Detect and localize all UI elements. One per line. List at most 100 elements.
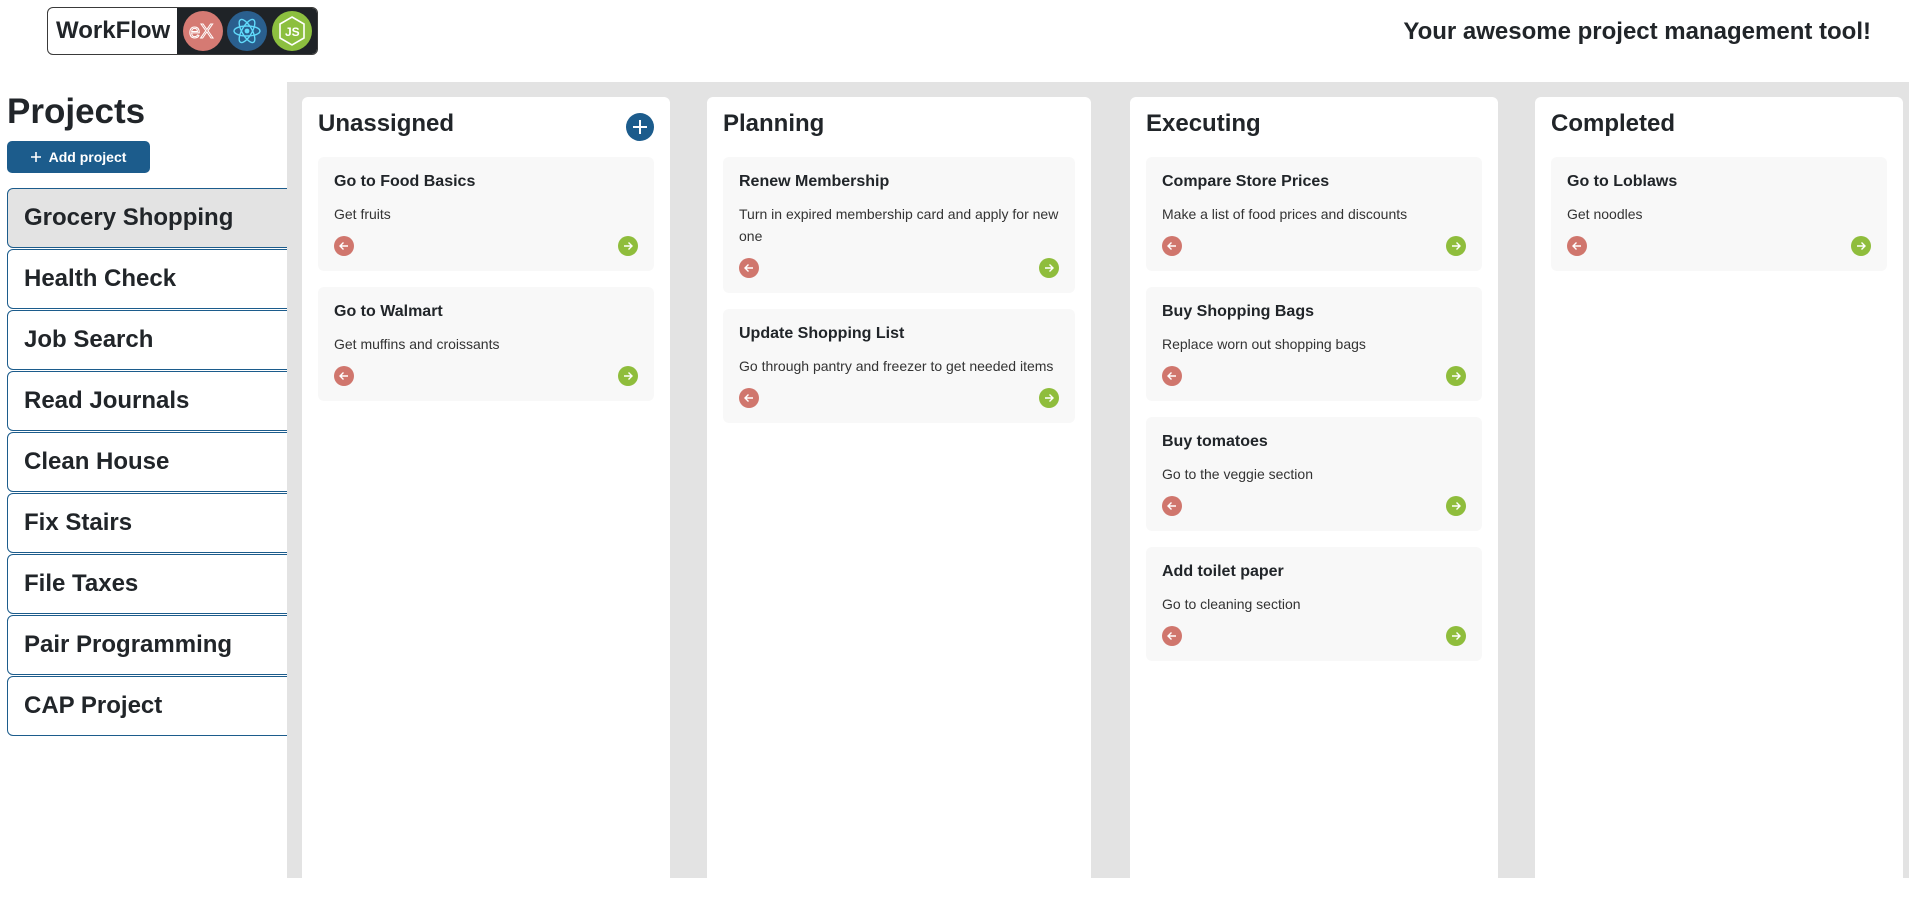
project-item-job-search[interactable]: Job Search [7, 310, 288, 370]
project-label: Health Check [24, 265, 177, 292]
arrow-right-icon [1045, 394, 1054, 402]
task-description: Go to the veggie section [1162, 466, 1313, 482]
task-actions [1567, 235, 1871, 257]
arrow-right-icon [1452, 242, 1461, 250]
add-task-button[interactable] [626, 113, 654, 141]
task-title: Add toilet paper [1162, 563, 1284, 580]
column-title: Executing [1146, 110, 1261, 137]
project-label: Clean House [24, 448, 170, 475]
sidebar-title: Projects [7, 92, 146, 131]
arrow-left-icon [1167, 372, 1176, 380]
task-description: Make a list of food prices and discounts [1162, 206, 1408, 222]
task-card[interactable]: Add toilet paper Go to cleaning section [1146, 547, 1482, 661]
task-description: Go to cleaning section [1162, 596, 1301, 612]
move-back-button[interactable] [1162, 496, 1182, 516]
move-forward-button[interactable] [1446, 496, 1466, 516]
task-card[interactable]: Go to Walmart Get muffins and croissants [318, 287, 654, 401]
project-item-pair-programming[interactable]: Pair Programming [7, 615, 288, 675]
arrow-left-icon [1572, 242, 1581, 250]
column-unassigned: Unassigned Go to Food Basics Get fruits … [302, 97, 670, 897]
move-back-button[interactable] [334, 366, 354, 386]
task-title: Buy Shopping Bags [1162, 303, 1314, 320]
project-item-file-taxes[interactable]: File Taxes [7, 554, 288, 614]
arrow-left-icon [1167, 502, 1176, 510]
move-forward-button[interactable] [618, 236, 638, 256]
svg-text:JS: JS [285, 25, 300, 39]
tech-logos: eX JS [177, 8, 317, 54]
task-description: Get fruits [334, 206, 391, 222]
project-label: File Taxes [24, 570, 139, 597]
task-card[interactable]: Buy tomatoes Go to the veggie section [1146, 417, 1482, 531]
project-label: CAP Project [24, 692, 163, 719]
task-actions [334, 235, 638, 257]
task-actions [1162, 495, 1466, 517]
brand[interactable]: WorkFlow eX JS [47, 7, 318, 55]
move-forward-button[interactable] [1446, 626, 1466, 646]
card-list: Go to Loblaws Get noodles [1551, 157, 1887, 287]
column-planning: Planning Renew Membership Turn in expire… [707, 97, 1091, 897]
move-back-button[interactable] [739, 388, 759, 408]
move-back-button[interactable] [739, 258, 759, 278]
task-description: Go through pantry and freezer to get nee… [739, 358, 1054, 374]
card-list: Go to Food Basics Get fruits Go to Walma… [318, 157, 654, 417]
project-item-grocery-shopping[interactable]: Grocery Shopping [7, 188, 288, 248]
move-forward-button[interactable] [1851, 236, 1871, 256]
add-project-label: Add project [48, 149, 127, 165]
task-actions [739, 257, 1059, 279]
move-back-button[interactable] [1162, 366, 1182, 386]
task-card[interactable]: Renew Membership Turn in expired members… [723, 157, 1075, 293]
card-list: Renew Membership Turn in expired members… [723, 157, 1075, 439]
arrow-right-icon [1045, 264, 1054, 272]
move-back-button[interactable] [334, 236, 354, 256]
arrow-right-icon [1452, 372, 1461, 380]
task-title: Renew Membership [739, 173, 890, 190]
task-title: Compare Store Prices [1162, 173, 1330, 190]
task-actions [1162, 365, 1466, 387]
project-item-read-journals[interactable]: Read Journals [7, 371, 288, 431]
brand-name: WorkFlow [56, 17, 171, 44]
task-actions [1162, 625, 1466, 647]
move-back-button[interactable] [1162, 626, 1182, 646]
card-list: Compare Store Prices Make a list of food… [1146, 157, 1482, 677]
task-title: Update Shopping List [739, 325, 905, 342]
column-title: Unassigned [318, 110, 455, 137]
task-description: Get muffins and croissants [334, 336, 500, 352]
project-item-fix-stairs[interactable]: Fix Stairs [7, 493, 288, 553]
nodejs-logo-icon: JS [271, 11, 312, 51]
column-completed: Completed Go to Loblaws Get noodles [1535, 97, 1903, 897]
arrow-left-icon [339, 242, 348, 250]
task-title: Go to Loblaws [1567, 173, 1678, 190]
project-item-cap-project[interactable]: CAP Project [7, 676, 288, 736]
move-back-button[interactable] [1162, 236, 1182, 256]
task-card[interactable]: Buy Shopping Bags Replace worn out shopp… [1146, 287, 1482, 401]
tagline: Your awesome project management tool! [1403, 18, 1871, 45]
move-forward-button[interactable] [1446, 366, 1466, 386]
task-actions [1162, 235, 1466, 257]
move-forward-button[interactable] [1446, 236, 1466, 256]
task-card[interactable]: Update Shopping List Go through pantry a… [723, 309, 1075, 423]
project-item-clean-house[interactable]: Clean House [7, 432, 288, 492]
task-card[interactable]: Compare Store Prices Make a list of food… [1146, 157, 1482, 271]
task-actions [334, 365, 638, 387]
move-forward-button[interactable] [618, 366, 638, 386]
arrow-right-icon [1452, 502, 1461, 510]
move-back-button[interactable] [1567, 236, 1587, 256]
move-forward-button[interactable] [1039, 258, 1059, 278]
task-description: Turn in expired membership card and appl… [739, 206, 1059, 244]
project-item-health-check[interactable]: Health Check [7, 249, 288, 309]
svg-text:eX: eX [189, 21, 213, 42]
plus-icon [30, 149, 41, 165]
task-card[interactable]: Go to Food Basics Get fruits [318, 157, 654, 271]
add-project-button[interactable]: Add project [7, 141, 150, 173]
express-logo-icon: eX [182, 11, 223, 51]
task-title: Go to Walmart [334, 303, 443, 320]
column-executing: Executing Compare Store Prices Make a li… [1130, 97, 1498, 897]
project-list: Grocery Shopping Health Check Job Search… [7, 188, 288, 737]
task-description: Replace worn out shopping bags [1162, 336, 1366, 352]
task-card[interactable]: Go to Loblaws Get noodles [1551, 157, 1887, 271]
arrow-right-icon [1452, 632, 1461, 640]
project-label: Pair Programming [24, 631, 233, 658]
arrow-left-icon [1167, 242, 1176, 250]
move-forward-button[interactable] [1039, 388, 1059, 408]
arrow-right-icon [624, 242, 633, 250]
